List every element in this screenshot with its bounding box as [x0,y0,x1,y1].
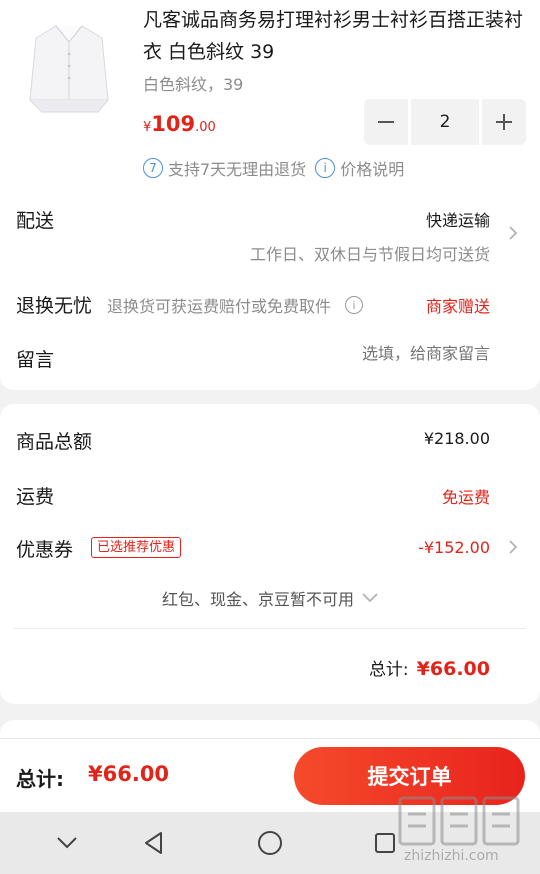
quantity-value[interactable]: 2 [411,99,479,145]
submit-order-button[interactable]: 提交订单 [294,747,525,805]
price-decimal: .00 [195,120,216,135]
chevron-down-icon [57,837,77,849]
shipping-label: 运费 [16,486,55,508]
nav-home-button[interactable] [255,828,285,858]
decrease-quantity-button[interactable] [364,99,408,145]
order-total-row: 总计: ¥66.00 [369,655,490,680]
returns-description: 退换货可获运费赔付或免费取件 i [107,293,364,317]
goods-total-label: 商品总额 [16,431,93,453]
minus-icon [378,121,394,123]
delivery-time-note: 工作日、双休日与节假日均可送货 [249,245,490,264]
shipping-value: 免运费 [441,488,490,507]
nav-back-button[interactable] [139,828,169,858]
returns-description-text: 退换货可获运费赔付或免费取件 [107,297,332,316]
checkout-total-value: ¥66.00 [88,762,170,786]
system-navigation-bar [0,812,540,874]
price-integer: 109 [151,112,196,136]
order-item-card: 凡客诚品商务易打理衬衫男士衬衫百搭正装衬衣 白色斜纹 39 白色斜纹，39 ¥1… [0,0,540,390]
home-circle-icon [258,831,282,855]
watermark-site-text: zhizhizhi.com [404,848,499,864]
product-thumbnail[interactable] [14,8,124,118]
unavailable-rewards-toggle[interactable]: 红包、现金、京豆暂不可用 [0,586,540,610]
back-triangle-icon [145,832,162,854]
chevron-right-icon[interactable] [506,226,520,240]
order-total-label: 总计: [368,660,409,680]
coupon-recommended-tag: 已选推荐优惠 [91,537,182,558]
coupon-value[interactable]: -¥152.00 [418,538,490,557]
info-icon: i [315,158,336,178]
checkout-total-label: 总计: [16,767,64,791]
service-badges: 7 支持7天无理由退货 i 价格说明 [143,156,404,180]
quantity-stepper: 2 [364,99,526,145]
divider [14,628,526,629]
product-price: ¥109.00 [143,112,216,136]
coupon-label: 优惠券 [16,539,74,561]
plus-icon [496,114,512,130]
price-note-link[interactable]: i 价格说明 [315,156,404,180]
nav-collapse-button[interactable] [52,828,82,858]
returns-info-icon[interactable]: i [345,296,364,314]
return-policy-text[interactable]: 支持7天无理由退货 [168,156,306,180]
product-name[interactable]: 凡客诚品商务易打理衬衫男士衬衫百搭正装衬衣 白色斜纹 39 [143,4,528,68]
goods-total-value: ¥218.00 [423,429,490,448]
delivery-method[interactable]: 快递运输 [426,207,490,231]
chevron-down-icon [362,593,378,603]
order-total-value: ¥66.00 [416,658,490,680]
product-spec: 白色斜纹，39 [143,75,244,94]
checkout-bar: 总计: ¥66.00 提交订单 [0,738,540,812]
increase-quantity-button[interactable] [482,99,526,145]
nav-recents-button[interactable] [370,828,400,858]
delivery-label: 配送 [16,210,55,232]
message-input[interactable] [190,344,490,363]
unavailable-rewards-text: 红包、现金、京豆暂不可用 [161,590,354,609]
seven-day-return-icon: 7 [143,158,163,178]
price-note-text: 价格说明 [340,160,405,179]
returns-label: 退换无忧 [16,295,93,317]
merchant-gift-text: 商家赠送 [425,297,490,316]
message-label: 留言 [16,349,55,371]
recents-square-icon [375,833,395,853]
chevron-right-icon[interactable] [506,540,520,554]
